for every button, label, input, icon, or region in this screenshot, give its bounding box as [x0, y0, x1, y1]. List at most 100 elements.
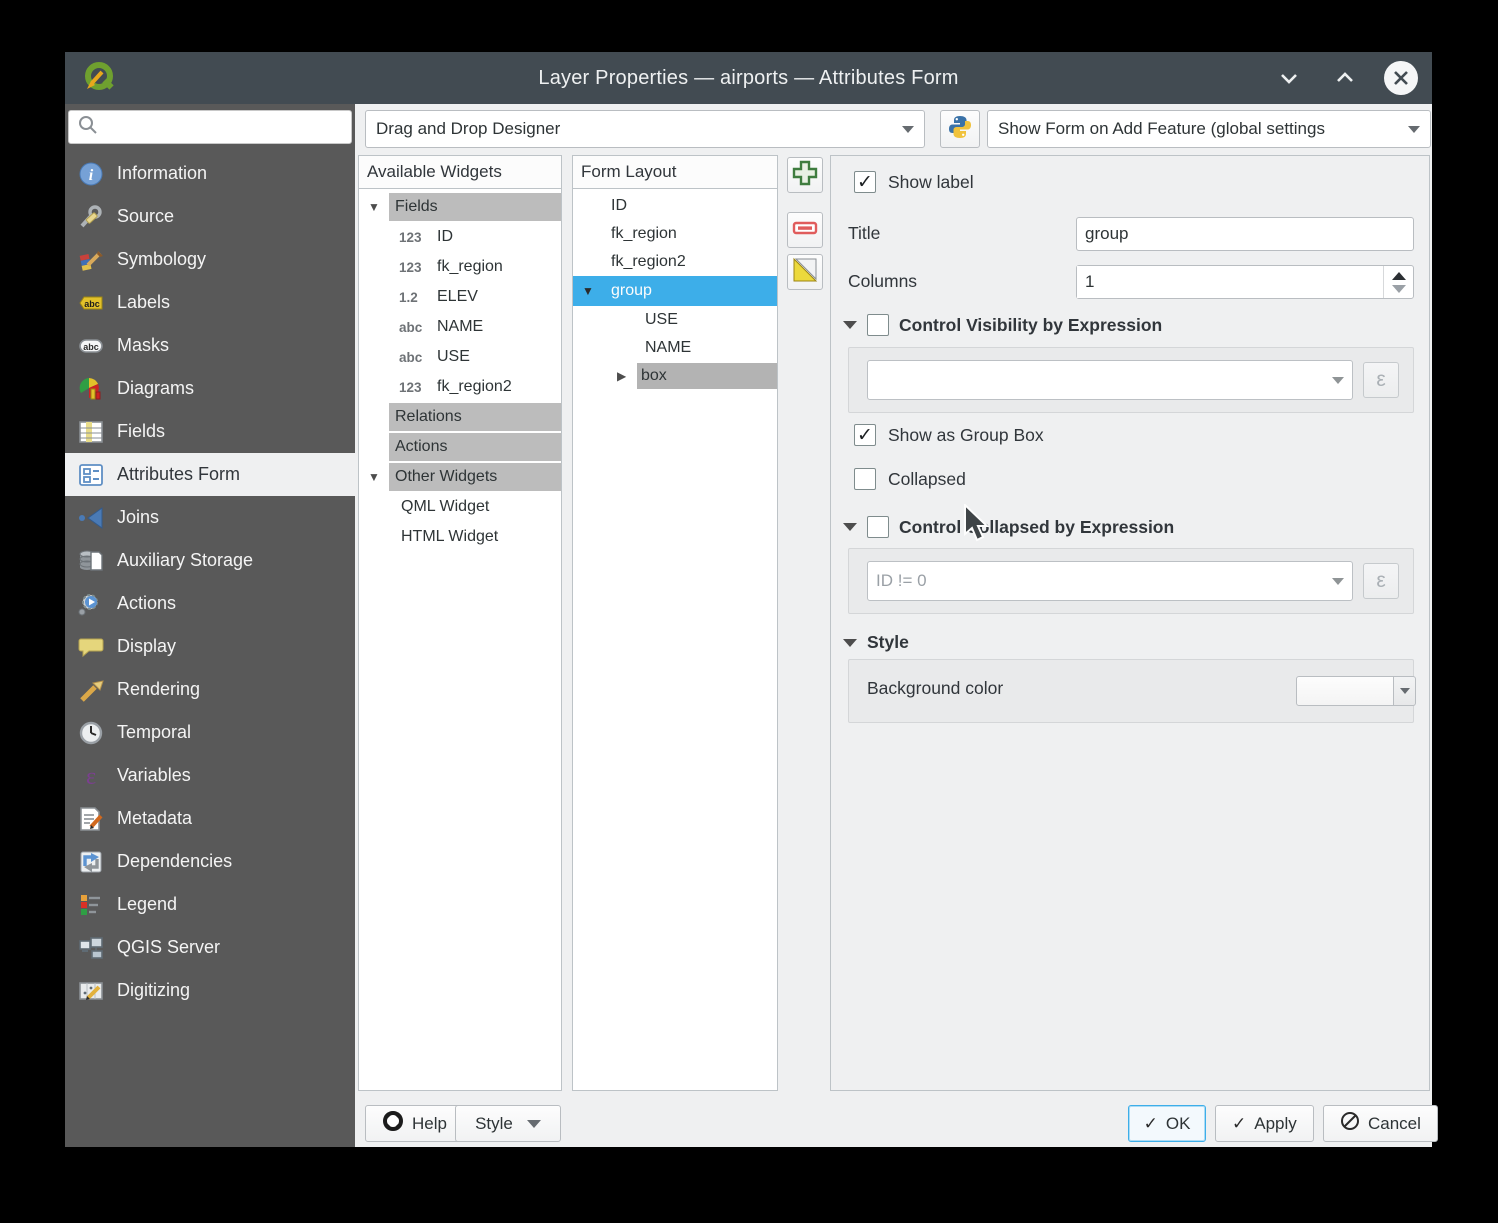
sidebar-item-rendering[interactable]: Rendering [65, 668, 355, 711]
edit-widget-button[interactable] [787, 254, 823, 290]
visibility-expression-input[interactable] [876, 370, 1332, 390]
text-field-icon: abc [399, 320, 437, 335]
remove-widget-button[interactable] [787, 212, 823, 248]
sidebar-item-source[interactable]: Source [65, 195, 355, 238]
collapsed-expression-builder-button[interactable]: ε [1363, 563, 1399, 599]
ok-button[interactable]: ✓ OK [1128, 1105, 1206, 1142]
show-label-checkbox[interactable]: ✓ [854, 171, 876, 193]
sidebar-item-temporal[interactable]: Temporal [65, 711, 355, 754]
diagrams-icon [77, 375, 105, 403]
sidebar-item-symbology[interactable]: Symbology [65, 238, 355, 281]
visibility-expression-combo[interactable] [867, 360, 1353, 400]
style-button[interactable]: Style [455, 1105, 561, 1142]
close-icon[interactable] [1384, 61, 1418, 95]
tree-item-id[interactable]: 123 ID [359, 222, 561, 252]
collapse-arrow-icon[interactable] [843, 321, 857, 329]
apply-button[interactable]: ✓ Apply [1215, 1105, 1314, 1142]
sidebar-item-information[interactable]: i Information [65, 152, 355, 195]
designer-select[interactable]: Drag and Drop Designer [365, 110, 925, 148]
sidebar-item-fields[interactable]: Fields [65, 410, 355, 453]
titlebar[interactable]: Layer Properties — airports — Attributes… [65, 52, 1432, 104]
integer-field-icon: 123 [399, 230, 437, 245]
svg-text:i: i [89, 167, 94, 184]
sidebar-item-attributes-form[interactable]: Attributes Form [65, 453, 355, 496]
sidebar-item-diagrams[interactable]: Diagrams [65, 367, 355, 410]
cancel-button[interactable]: Cancel [1323, 1105, 1438, 1142]
decimal-field-icon: 1.2 [399, 290, 437, 305]
spin-up-icon[interactable] [1392, 272, 1406, 280]
minimize-icon[interactable] [1272, 61, 1306, 95]
tree-item-qml-widget[interactable]: QML Widget [359, 492, 561, 522]
sidebar-item-masks[interactable]: abc Masks [65, 324, 355, 367]
expander-open-icon[interactable]: ▼ [359, 470, 389, 484]
visibility-expression-builder-button[interactable]: ε [1363, 362, 1399, 398]
sidebar-item-joins[interactable]: Joins [65, 496, 355, 539]
columns-input[interactable] [1077, 266, 1383, 298]
joins-icon [77, 504, 105, 532]
svg-text:abc: abc [83, 342, 99, 352]
maximize-icon[interactable] [1328, 61, 1362, 95]
expander-open-icon[interactable]: ▼ [359, 200, 389, 214]
title-input[interactable] [1076, 217, 1414, 251]
search-box[interactable] [68, 110, 352, 144]
color-dropdown-arrow[interactable] [1394, 676, 1416, 706]
chevron-down-icon [1332, 377, 1344, 384]
tree-category-relations[interactable]: Relations [359, 402, 561, 432]
form-mode-select[interactable]: Show Form on Add Feature (global setting… [987, 110, 1431, 148]
tree-item-html-widget[interactable]: HTML Widget [359, 522, 561, 552]
layout-item-group[interactable]: ▼ group [573, 276, 777, 306]
layout-item-box[interactable]: ▶ box [573, 362, 777, 390]
tree-category-actions[interactable]: Actions [359, 432, 561, 462]
spinner-arrows[interactable] [1383, 266, 1413, 298]
layout-item-fk-region[interactable]: fk_region [573, 220, 777, 248]
show-as-group-box-checkbox[interactable]: ✓ [854, 424, 876, 446]
tree-category-other-widgets[interactable]: ▼ Other Widgets [359, 462, 561, 492]
sidebar-item-qgis-server[interactable]: QGIS Server [65, 926, 355, 969]
help-button[interactable]: Help [365, 1105, 464, 1142]
background-color-button[interactable] [1296, 676, 1416, 706]
sidebar-item-actions[interactable]: Actions [65, 582, 355, 625]
spin-down-icon[interactable] [1392, 285, 1406, 293]
sidebar-item-digitizing[interactable]: Digitizing [65, 969, 355, 1012]
sidebar-item-labels[interactable]: abc Labels [65, 281, 355, 324]
sidebar-item-metadata[interactable]: Metadata [65, 797, 355, 840]
collapsed-expression-combo[interactable] [867, 561, 1353, 601]
tree-item-fk-region[interactable]: 123 fk_region [359, 252, 561, 282]
tree-category-fields[interactable]: ▼ Fields [359, 192, 561, 222]
sidebar-item-dependencies[interactable]: Dependencies [65, 840, 355, 883]
rendering-icon [77, 676, 105, 704]
search-input[interactable] [105, 114, 351, 140]
python-init-button[interactable] [940, 110, 980, 148]
collapsed-checkbox[interactable]: ✓ [854, 468, 876, 490]
layout-item-use[interactable]: USE [573, 306, 777, 334]
tree-item-name[interactable]: abc NAME [359, 312, 561, 342]
sidebar-item-display[interactable]: Display [65, 625, 355, 668]
change-icon [792, 257, 818, 288]
available-widgets-panel: Available Widgets ▼ Fields 123 ID 123 fk… [358, 155, 562, 1091]
window-title: Layer Properties — airports — Attributes… [65, 67, 1432, 90]
style-section-header: Style [843, 632, 909, 653]
expander-closed-icon[interactable]: ▶ [617, 369, 637, 383]
sidebar-item-legend[interactable]: Legend [65, 883, 355, 926]
layout-item-name[interactable]: NAME [573, 334, 777, 362]
sidebar-item-auxiliary-storage[interactable]: Auxiliary Storage [65, 539, 355, 582]
sidebar-item-variables[interactable]: ε Variables [65, 754, 355, 797]
color-swatch[interactable] [1296, 676, 1394, 706]
collapsed-section-header: ✓ Control Collapsed by Expression [843, 516, 1174, 538]
collapse-expr-checkbox[interactable]: ✓ [867, 516, 889, 538]
layout-item-fk-region2[interactable]: fk_region2 [573, 248, 777, 276]
add-widget-button[interactable] [787, 157, 823, 193]
layout-item-id[interactable]: ID [573, 192, 777, 220]
expander-open-icon[interactable]: ▼ [573, 284, 603, 298]
tree-item-use[interactable]: abc USE [359, 342, 561, 372]
columns-spinner[interactable] [1076, 265, 1414, 299]
collapse-arrow-icon[interactable] [843, 523, 857, 531]
tree-item-elev[interactable]: 1.2 ELEV [359, 282, 561, 312]
visibility-checkbox[interactable]: ✓ [867, 314, 889, 336]
qgis-logo-icon [79, 59, 117, 97]
tree-item-fk-region2[interactable]: 123 fk_region2 [359, 372, 561, 402]
epsilon-icon: ε [1376, 569, 1385, 593]
collapse-arrow-icon[interactable] [843, 639, 857, 647]
symbology-icon [77, 246, 105, 274]
collapsed-expression-input[interactable] [876, 571, 1332, 591]
